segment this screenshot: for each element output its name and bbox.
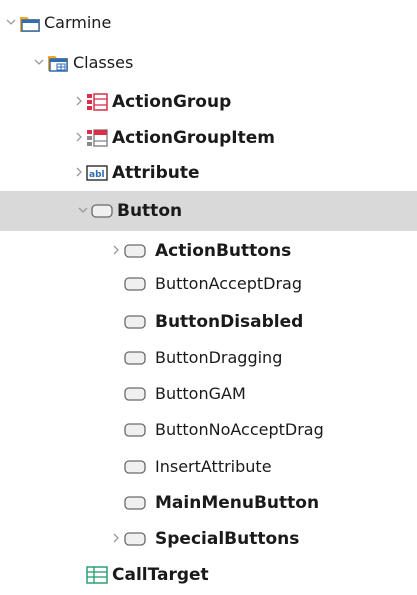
button-icon	[91, 201, 113, 221]
tree-node-button-no-accept-drag[interactable]: ButtonNoAcceptDrag	[0, 410, 417, 450]
chevron-down-icon[interactable]	[6, 17, 16, 27]
tree-node-classes[interactable]: Classes	[0, 43, 417, 83]
tree-node-label: MainMenuButton	[155, 493, 320, 513]
button-icon	[124, 493, 146, 513]
list-icon	[86, 92, 108, 112]
tree-node-action-group[interactable]: ActionGroup	[0, 82, 417, 122]
textbox-icon: abl	[86, 163, 108, 183]
tree-node-button[interactable]: Button	[0, 191, 417, 231]
tree-node-label: ActionGroupItem	[112, 128, 275, 148]
tree-node-label: CallTarget	[112, 565, 209, 585]
button-icon	[124, 312, 146, 332]
tree-node-label: ActionButtons	[155, 241, 292, 261]
button-icon	[124, 348, 146, 368]
classes-folder-icon	[47, 53, 69, 73]
call-target-icon	[86, 565, 108, 585]
tree-node-label: SpecialButtons	[155, 529, 300, 549]
tree-node-label: ButtonNoAcceptDrag	[155, 420, 324, 439]
tree-node-label: ActionGroup	[112, 92, 232, 112]
tree-node-label: Carmine	[44, 13, 112, 32]
tree-node-label: ButtonGAM	[155, 384, 246, 403]
tree-node-label: Button	[117, 201, 183, 221]
list-item-icon	[86, 128, 108, 148]
button-icon	[124, 457, 146, 477]
tree-node-call-target[interactable]: CallTarget	[0, 555, 417, 595]
tree-node-button-disabled[interactable]: ButtonDisabled	[0, 302, 417, 342]
tree-node-button-accept-drag[interactable]: ButtonAcceptDrag	[0, 264, 417, 304]
button-icon	[124, 384, 146, 404]
tree-node-special-buttons[interactable]: SpecialButtons	[0, 519, 417, 559]
tree-node-carmine[interactable]: Carmine	[0, 3, 417, 43]
chevron-right-icon[interactable]	[74, 96, 84, 106]
tree-node-main-menu-button[interactable]: MainMenuButton	[0, 483, 417, 523]
chevron-right-icon[interactable]	[111, 245, 121, 255]
button-icon	[124, 529, 146, 549]
chevron-right-icon[interactable]	[111, 533, 121, 543]
chevron-right-icon[interactable]	[74, 167, 84, 177]
folder-icon	[19, 13, 41, 33]
tree-node-label: Attribute	[112, 163, 200, 183]
tree-node-label: InsertAttribute	[155, 457, 272, 476]
class-tree: Carmine Classes ActionGroup ActionGroupI…	[0, 0, 417, 589]
tree-node-label: ButtonAcceptDrag	[155, 274, 302, 293]
button-icon	[124, 241, 146, 261]
chevron-down-icon[interactable]	[78, 205, 88, 215]
svg-text:abl: abl	[89, 170, 105, 180]
tree-node-button-gam[interactable]: ButtonGAM	[0, 374, 417, 414]
tree-node-button-dragging[interactable]: ButtonDragging	[0, 338, 417, 378]
tree-node-attribute[interactable]: abl Attribute	[0, 153, 417, 193]
button-icon	[124, 420, 146, 440]
button-icon	[124, 274, 146, 294]
tree-node-action-group-item[interactable]: ActionGroupItem	[0, 118, 417, 158]
chevron-down-icon[interactable]	[34, 57, 44, 67]
tree-node-insert-attribute[interactable]: InsertAttribute	[0, 447, 417, 487]
tree-node-label: ButtonDragging	[155, 348, 283, 367]
tree-node-label: Classes	[73, 53, 134, 72]
chevron-right-icon[interactable]	[74, 132, 84, 142]
tree-node-label: ButtonDisabled	[155, 312, 304, 332]
